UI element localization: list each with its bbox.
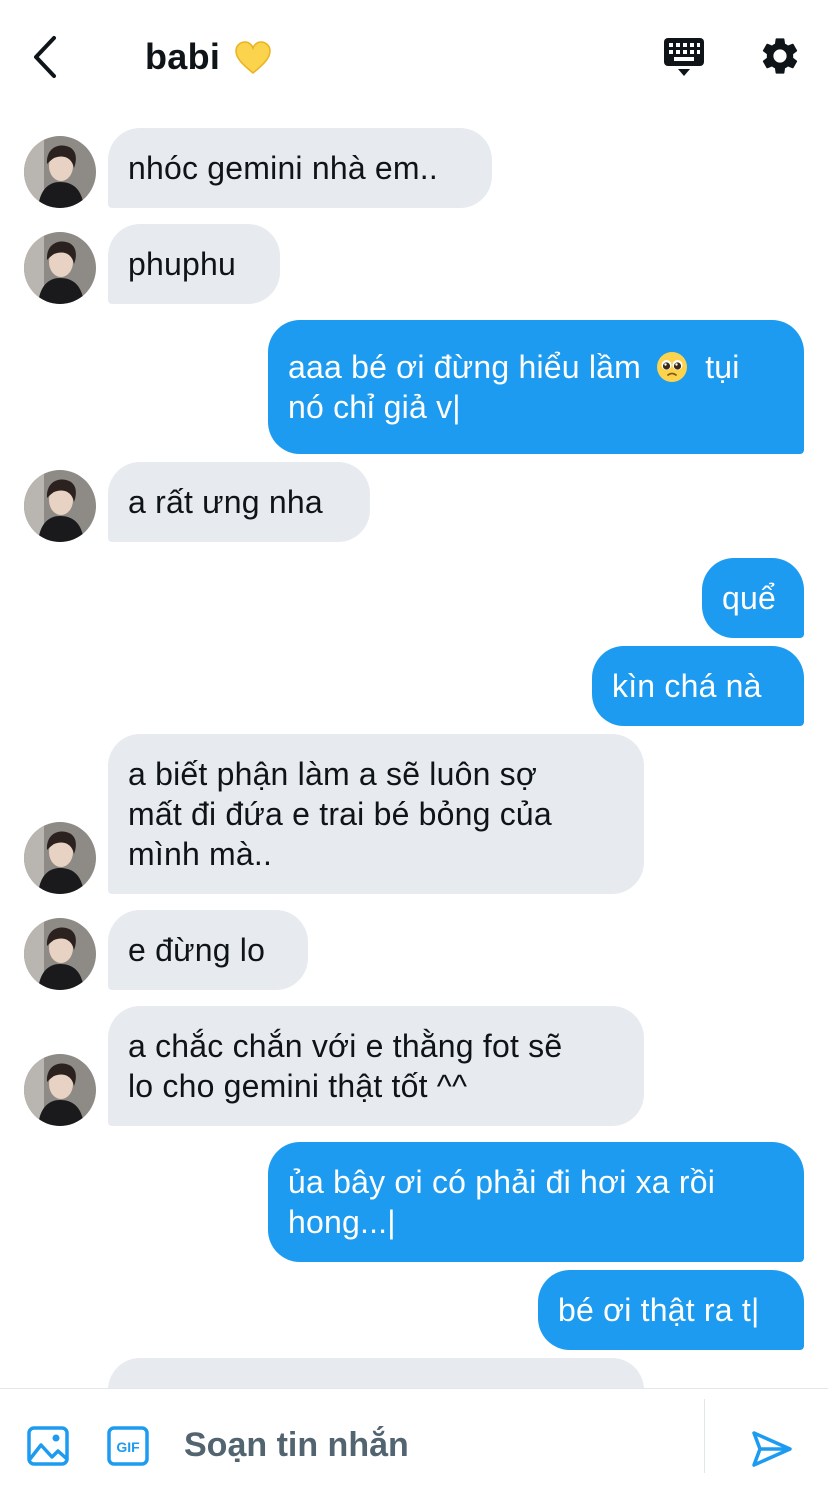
incoming-message-bubble[interactable]: phuphu [108,224,280,304]
settings-gear-icon[interactable] [758,34,802,78]
incoming-message-bubble[interactable]: a chắc chắn với e thằng fot sẽ lo cho ge… [108,1006,644,1126]
pleading-face-emoji-icon [657,352,688,382]
gif-icon[interactable]: GIF [106,1425,150,1467]
message-text: mình mà.. [128,836,273,872]
svg-text:GIF: GIF [116,1439,140,1455]
incoming-message-bubble-partial[interactable] [108,1358,644,1388]
image-icon[interactable] [26,1425,70,1467]
avatar[interactable] [24,470,96,542]
message-text: hong...| [288,1204,396,1240]
avatar[interactable] [24,232,96,304]
outgoing-message-bubble[interactable]: quể [702,558,804,638]
outgoing-message-bubble[interactable]: kìn chá nà [592,646,804,726]
message-text: e đừng lo [128,932,266,968]
keyboard-icon[interactable] [662,36,706,78]
message-line: aaa bé ơi đừng hiểu lầm tụi [288,347,784,387]
incoming-message-bubble[interactable]: e đừng lo [108,910,308,990]
incoming-message-bubble[interactable]: a biết phận làm a sẽ luôn sợ mất đi đứa … [108,734,644,894]
message-text: nó chỉ giả v| [288,389,461,425]
message-text: aaa bé ơi đừng hiểu lầm [288,349,642,385]
message-text: nhóc gemini nhà em.. [128,150,438,186]
send-icon[interactable] [750,1429,794,1469]
avatar[interactable] [24,918,96,990]
message-text: lo cho gemini thật tốt ^^ [128,1068,468,1104]
incoming-message-bubble[interactable]: nhóc gemini nhà em.. [108,128,492,208]
message-text: phuphu [128,246,236,282]
divider [704,1399,705,1473]
message-composer: GIF [0,1388,828,1489]
message-text: mất đi đứa e trai bé bỏng của [128,796,552,832]
message-text: a rất ưng nha [128,484,323,520]
message-text: kìn chá nà [612,668,762,704]
avatar[interactable] [24,1054,96,1126]
outgoing-message-bubble[interactable]: aaa bé ơi đừng hiểu lầm tụi nó chỉ giả v… [268,320,804,454]
incoming-message-bubble[interactable]: a rất ưng nha [108,462,370,542]
conversation-title[interactable]: babi [145,36,220,78]
message-list[interactable]: nhóc gemini nhà em.. phuphu aaa bé ơi đừ… [0,114,828,1388]
message-text: bé ơi thật ra t| [558,1292,760,1328]
message-text: a biết phận làm a sẽ luôn sợ [128,756,538,792]
avatar[interactable] [24,822,96,894]
message-input[interactable] [184,1419,684,1471]
outgoing-message-bubble[interactable]: ủa bây ơi có phải đi hơi xa rồi hong...| [268,1142,804,1262]
message-text: a chắc chắn với e thằng fot sẽ [128,1028,563,1064]
message-text: ủa bây ơi có phải đi hơi xa rồi [288,1164,716,1200]
yellow-heart-icon [235,41,271,74]
avatar[interactable] [24,136,96,208]
outgoing-message-bubble[interactable]: bé ơi thật ra t| [538,1270,804,1350]
message-text: tụi [705,349,740,385]
message-text: quể [722,580,776,616]
conversation-header: babi [0,0,828,114]
back-arrow-icon[interactable] [28,34,68,80]
